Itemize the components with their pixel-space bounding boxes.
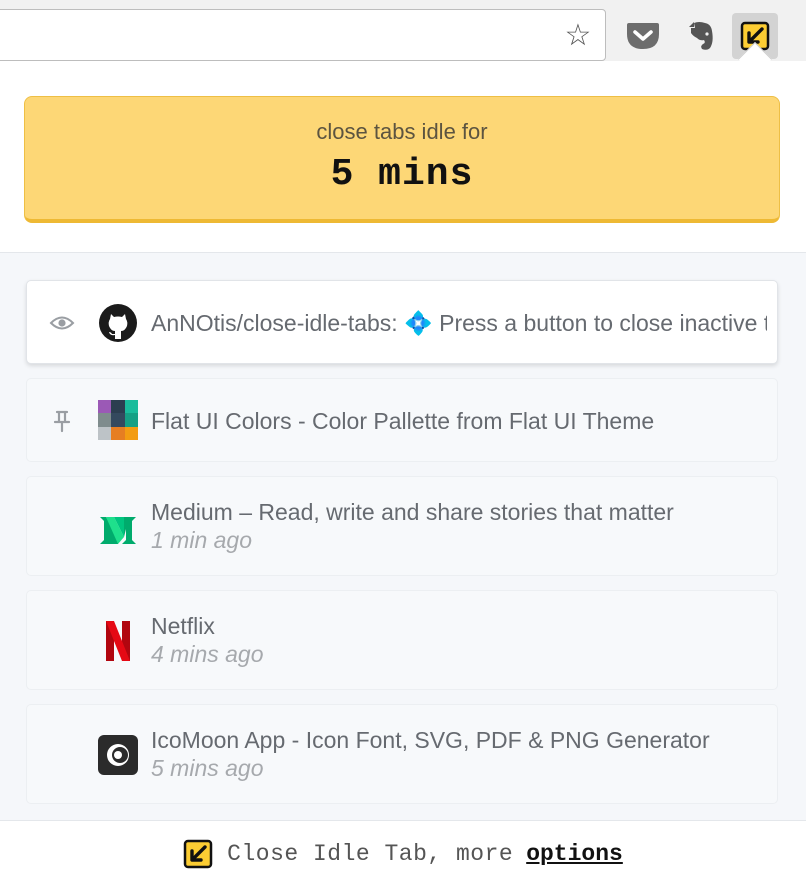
tab-title: IcoMoon App - Icon Font, SVG, PDF & PNG … xyxy=(151,727,710,753)
icomoon-icon xyxy=(98,735,138,775)
tab-row[interactable]: IcoMoon App - Icon Font, SVG, PDF & PNG … xyxy=(26,704,778,804)
eye-icon xyxy=(49,310,75,336)
options-link[interactable]: options xyxy=(526,841,623,867)
popup-header: close tabs idle for 5 mins xyxy=(0,61,806,253)
github-icon xyxy=(98,303,138,343)
popup-footer: Close Idle Tab, more options xyxy=(0,820,806,886)
close-idle-tab-popup: close tabs idle for 5 mins AnNOtis/close… xyxy=(0,61,806,886)
pin-icon xyxy=(49,408,75,434)
browser-toolbar: ☆ xyxy=(0,0,806,62)
medium-icon xyxy=(98,508,138,548)
tab-row[interactable]: AnNOtis/close-idle-tabs: 💠 Press a butto… xyxy=(26,280,778,364)
tab-title: Medium – Read, write and share stories t… xyxy=(151,499,674,525)
idle-duration-card[interactable]: close tabs idle for 5 mins xyxy=(24,96,780,223)
idle-duration-value: 5 mins xyxy=(330,153,474,196)
tab-title: AnNOtis/close-idle-tabs: 💠 Press a butto… xyxy=(151,310,767,336)
pocket-icon xyxy=(627,23,659,49)
footer-text: Close Idle Tab, more xyxy=(227,840,514,867)
tab-row[interactable]: Netflix 4 mins ago xyxy=(26,590,778,690)
idle-label: close tabs idle for xyxy=(316,119,488,144)
pocket-extension-button[interactable] xyxy=(620,13,666,59)
netflix-icon xyxy=(98,621,138,661)
evernote-extension-button[interactable] xyxy=(678,13,724,59)
tab-row[interactable]: Medium – Read, write and share stories t… xyxy=(26,476,778,576)
close-idle-tab-icon xyxy=(183,839,213,869)
tab-idle-time: 4 mins ago xyxy=(151,641,264,667)
address-bar[interactable]: ☆ xyxy=(0,9,606,61)
tab-idle-time: 5 mins ago xyxy=(151,755,264,781)
flat-ui-colors-icon xyxy=(98,400,138,440)
evernote-icon xyxy=(689,22,713,50)
tab-idle-time: 1 min ago xyxy=(151,527,253,553)
tab-title: Netflix xyxy=(151,613,215,639)
tab-title: Flat UI Colors - Color Pallette from Fla… xyxy=(151,408,655,434)
star-icon[interactable]: ☆ xyxy=(563,21,593,51)
tab-row[interactable]: Flat UI Colors - Color Pallette from Fla… xyxy=(26,378,778,462)
